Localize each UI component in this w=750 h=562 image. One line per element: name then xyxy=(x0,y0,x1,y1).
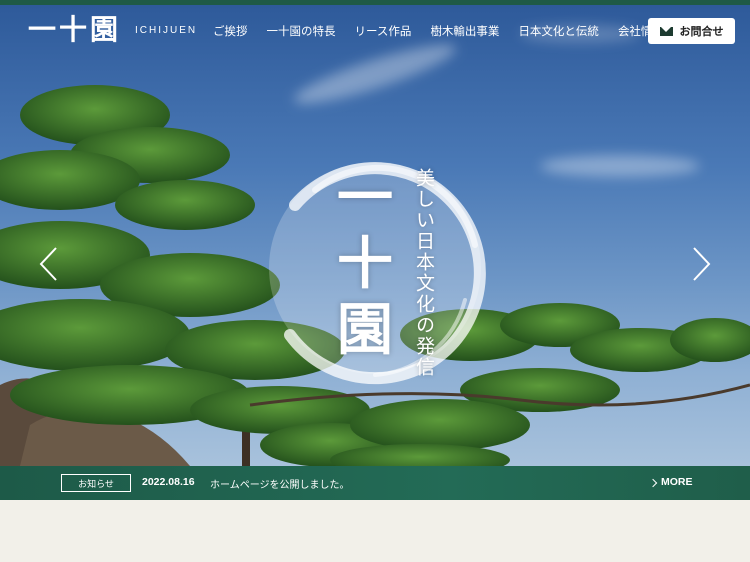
news-more-link[interactable]: MORE xyxy=(648,476,693,488)
news-date: 2022.08.16 xyxy=(142,476,195,488)
chevron-left-icon xyxy=(39,247,57,281)
logo-mark: 一十園 xyxy=(28,13,122,46)
news-badge: お知らせ xyxy=(61,474,131,492)
news-headline-link[interactable]: ホームページを公開しました。 xyxy=(210,476,350,491)
logo-subtitle: ICHIJUEN xyxy=(135,24,198,36)
nav-item-tree-export[interactable]: 樹木輸出事業 xyxy=(430,23,499,39)
news-more-label: MORE xyxy=(661,476,693,488)
slider-next-button[interactable] xyxy=(690,246,712,282)
nav-item-features[interactable]: 一十園の特長 xyxy=(267,23,336,39)
main-nav: ご挨拶 一十園の特長 リース作品 樹木輸出事業 日本文化と伝統 会社情報 xyxy=(213,23,683,39)
contact-button-label: お問合せ xyxy=(679,25,724,38)
contact-button[interactable]: お問合せ xyxy=(648,18,735,44)
news-bar: お知らせ 2022.08.16 ホームページを公開しました。 MORE xyxy=(0,466,750,500)
top-accent-line xyxy=(0,0,750,5)
site-logo[interactable]: 一十園 ICHIJUEN xyxy=(28,16,197,44)
mail-icon xyxy=(659,26,673,36)
slider-prev-button[interactable] xyxy=(38,246,60,282)
content-background xyxy=(0,500,750,562)
hero-brand-title: 一十園 xyxy=(337,165,393,363)
chevron-right-icon xyxy=(693,247,711,281)
hero-tagline: 美しい日本文化の発信 xyxy=(413,168,435,378)
nav-item-greeting[interactable]: ご挨拶 xyxy=(213,23,248,39)
nav-item-japanese-culture[interactable]: 日本文化と伝統 xyxy=(518,23,599,39)
chevron-right-icon xyxy=(648,478,658,487)
nav-item-lease-works[interactable]: リース作品 xyxy=(355,23,412,39)
